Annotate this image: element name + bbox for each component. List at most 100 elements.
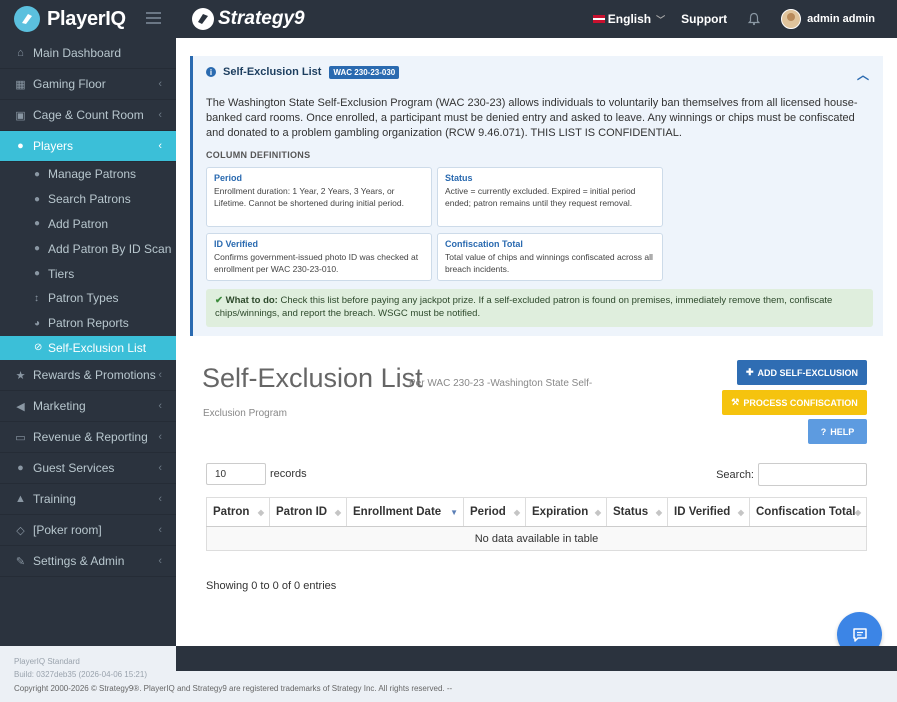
column-label: Period	[470, 506, 506, 518]
sidebar-item-label: Patron Reports	[48, 316, 129, 331]
bullhorn-icon: ◀	[16, 400, 25, 413]
sidebar-item-revenue-reporting[interactable]: ▭ Revenue & Reporting ‹	[0, 422, 176, 454]
sidebar-toggle-icon[interactable]	[146, 12, 161, 24]
users-icon: ●	[34, 193, 41, 205]
definition-text: Total value of chips and winnings confis…	[445, 252, 653, 274]
sidebar-item-add-patron-by-id-scan[interactable]: ● Add Patron By ID Scan	[0, 236, 176, 261]
sidebar-item-players[interactable]: ● Players ‹	[0, 131, 176, 162]
column-header-id-verified[interactable]: ID Verified ◆	[667, 497, 750, 527]
user-menu[interactable]: admin admin	[781, 9, 875, 29]
sidebar-item-label: Revenue & Reporting	[33, 430, 148, 445]
bell-icon[interactable]	[747, 12, 761, 26]
chevron-left-icon: ‹	[158, 462, 162, 475]
sidebar-item-poker-room[interactable]: ◇ [Poker room] ‹	[0, 515, 176, 547]
column-header-expiration[interactable]: Expiration ◆	[525, 497, 607, 527]
user-icon: ●	[17, 140, 24, 152]
empty-table-message: No data available in table	[206, 526, 867, 551]
chevron-left-icon: ‹	[158, 555, 162, 568]
chevron-up-icon[interactable]: ︿	[857, 66, 869, 83]
players-submenu: ● Manage Patrons ● Search Patrons ● Add …	[0, 162, 176, 361]
definition-title: Period	[214, 173, 243, 183]
top-navbar: PlayerIQ Strategy9 English ﹀ Support adm…	[0, 0, 897, 38]
info-description: The Washington State Self-Exclusion Prog…	[206, 97, 858, 139]
sidebar-item-patron-types[interactable]: ↕ Patron Types	[0, 286, 176, 311]
column-header-enrollment-date[interactable]: Enrollment Date ▼	[346, 497, 464, 527]
definition-card-id-verified: ID Verified Confirms government-issued p…	[206, 233, 432, 281]
column-header-patron[interactable]: Patron ◆	[206, 497, 270, 527]
sidebar-item-tiers[interactable]: ● Tiers	[0, 261, 176, 286]
sidebar-item-label: Rewards & Promotions	[33, 368, 156, 383]
help-button[interactable]: ? HELP	[808, 419, 867, 444]
search-input[interactable]	[758, 463, 867, 486]
build-info: PlayerIQ Standard Build: 0327deb35 (2026…	[14, 655, 147, 681]
column-definitions-heading: COLUMN DEFINITIONS	[206, 150, 311, 160]
sort-icon: ◆	[334, 508, 341, 517]
question-circle-icon: ?	[820, 426, 827, 437]
add-self-exclusion-button[interactable]: ✚ ADD SELF-EXCLUSION	[737, 360, 867, 385]
support-link[interactable]: Support	[681, 12, 727, 26]
column-label: Status	[613, 506, 649, 518]
money-icon: ▭	[15, 431, 26, 444]
sidebar-item-gaming-floor[interactable]: ▦ Gaming Floor ‹	[0, 69, 176, 100]
sidebar-item-guest-services[interactable]: ● Guest Services ‹	[0, 453, 176, 485]
sidebar-item-self-exclusion-list[interactable]: ⊘ Self-Exclusion List	[0, 335, 176, 361]
column-header-status[interactable]: Status ◆	[606, 497, 668, 527]
chevron-left-icon: ‹	[158, 431, 162, 444]
chevron-down-icon: ‹	[158, 140, 162, 152]
sort-icon: ◆	[854, 508, 861, 517]
info-panel: i Self-Exclusion List WAC 230-23-030 ︿ T…	[190, 56, 883, 336]
what-to-do-callout: ✔ What to do: Check this list before pay…	[206, 289, 873, 327]
info-panel-header[interactable]: i Self-Exclusion List WAC 230-23-030	[193, 56, 883, 88]
column-header-patron-id[interactable]: Patron ID ◆	[269, 497, 347, 527]
sidebar-item-label: Training	[33, 492, 76, 507]
playeriq-logo-icon	[14, 6, 40, 32]
page-subtitle: Per WAC 230-23 -Washington State Self-	[409, 378, 593, 389]
todo-label: What to do:	[225, 295, 278, 306]
sidebar-item-add-patron[interactable]: ● Add Patron	[0, 212, 176, 237]
definition-card-confiscation-total: Confiscation Total Total value of chips …	[437, 233, 663, 281]
chevron-left-icon: ‹	[158, 400, 162, 413]
sidebar-item-rewards-promotions[interactable]: ★ Rewards & Promotions ‹	[0, 360, 176, 392]
sidebar-item-marketing[interactable]: ◀ Marketing ‹	[0, 391, 176, 423]
users-icon: ●	[17, 462, 24, 475]
user-icon: ●	[34, 168, 41, 180]
grid-icon: ▦	[15, 78, 26, 91]
sidebar-item-label: Patron Types	[48, 291, 119, 306]
column-header-confiscation-total[interactable]: Confiscation Total ◆	[749, 497, 867, 527]
self-exclusion-table: Patron ◆ Patron ID ◆ Enrollment Date ▼ Peri…	[206, 497, 867, 551]
column-label: Enrollment Date	[353, 506, 442, 518]
build-version: Build: 0327deb35 (2026-04-06 15:21)	[14, 670, 147, 679]
search-label: Search:	[716, 468, 754, 481]
sidebar-item-cage-count-room[interactable]: ▣ Cage & Count Room ‹	[0, 100, 176, 131]
sidebar-item-settings-admin[interactable]: ✎ Settings & Admin ‹	[0, 546, 176, 578]
sidebar-item-label: Marketing	[33, 399, 86, 414]
sidebar-item-manage-patrons[interactable]: ● Manage Patrons	[0, 162, 176, 187]
star-icon: ★	[15, 369, 26, 382]
column-header-period[interactable]: Period ◆	[463, 497, 526, 527]
table-search: Search:	[716, 463, 867, 486]
sidebar-item-label: Players	[33, 139, 74, 153]
process-confiscation-button[interactable]: ⚒ PROCESS CONFISCATION	[722, 390, 867, 415]
todo-text: Check this list before paying any jackpo…	[215, 295, 833, 319]
sidebar-item-label: Tiers	[48, 266, 75, 281]
chat-icon	[852, 627, 867, 642]
definition-text: Active = currently excluded. Expired = i…	[445, 186, 636, 208]
definition-text: Enrollment duration: 1 Year, 2 Years, 3 …	[214, 186, 404, 208]
sidebar-item-patron-reports[interactable]: ◕ Patron Reports	[0, 311, 176, 336]
chevron-left-icon: ‹	[158, 369, 162, 382]
regulation-badge: WAC 230-23-030	[329, 65, 400, 79]
records-per-page-select[interactable]	[206, 463, 266, 485]
info-panel-title: Self-Exclusion List	[223, 66, 322, 78]
page-title: Self-Exclusion List	[202, 363, 423, 393]
sidebar-item-search-patrons[interactable]: ● Search Patrons	[0, 187, 176, 212]
sort-icon: ◆	[513, 508, 520, 517]
language-dropdown[interactable]: English ﹀	[592, 12, 665, 26]
sidebar-item-training[interactable]: ▲ Training ‹	[0, 484, 176, 516]
sidebar-item-label: Settings & Admin	[33, 554, 125, 569]
sidebar-item-main-dashboard[interactable]: ⌂ Main Dashboard	[0, 38, 176, 69]
user-plus-icon: ●	[34, 218, 41, 230]
pie-chart-icon: ◕	[34, 317, 41, 329]
column-label: Patron	[213, 506, 250, 518]
chevron-left-icon: ‹	[158, 493, 162, 506]
definition-title: ID Verified	[214, 239, 259, 249]
